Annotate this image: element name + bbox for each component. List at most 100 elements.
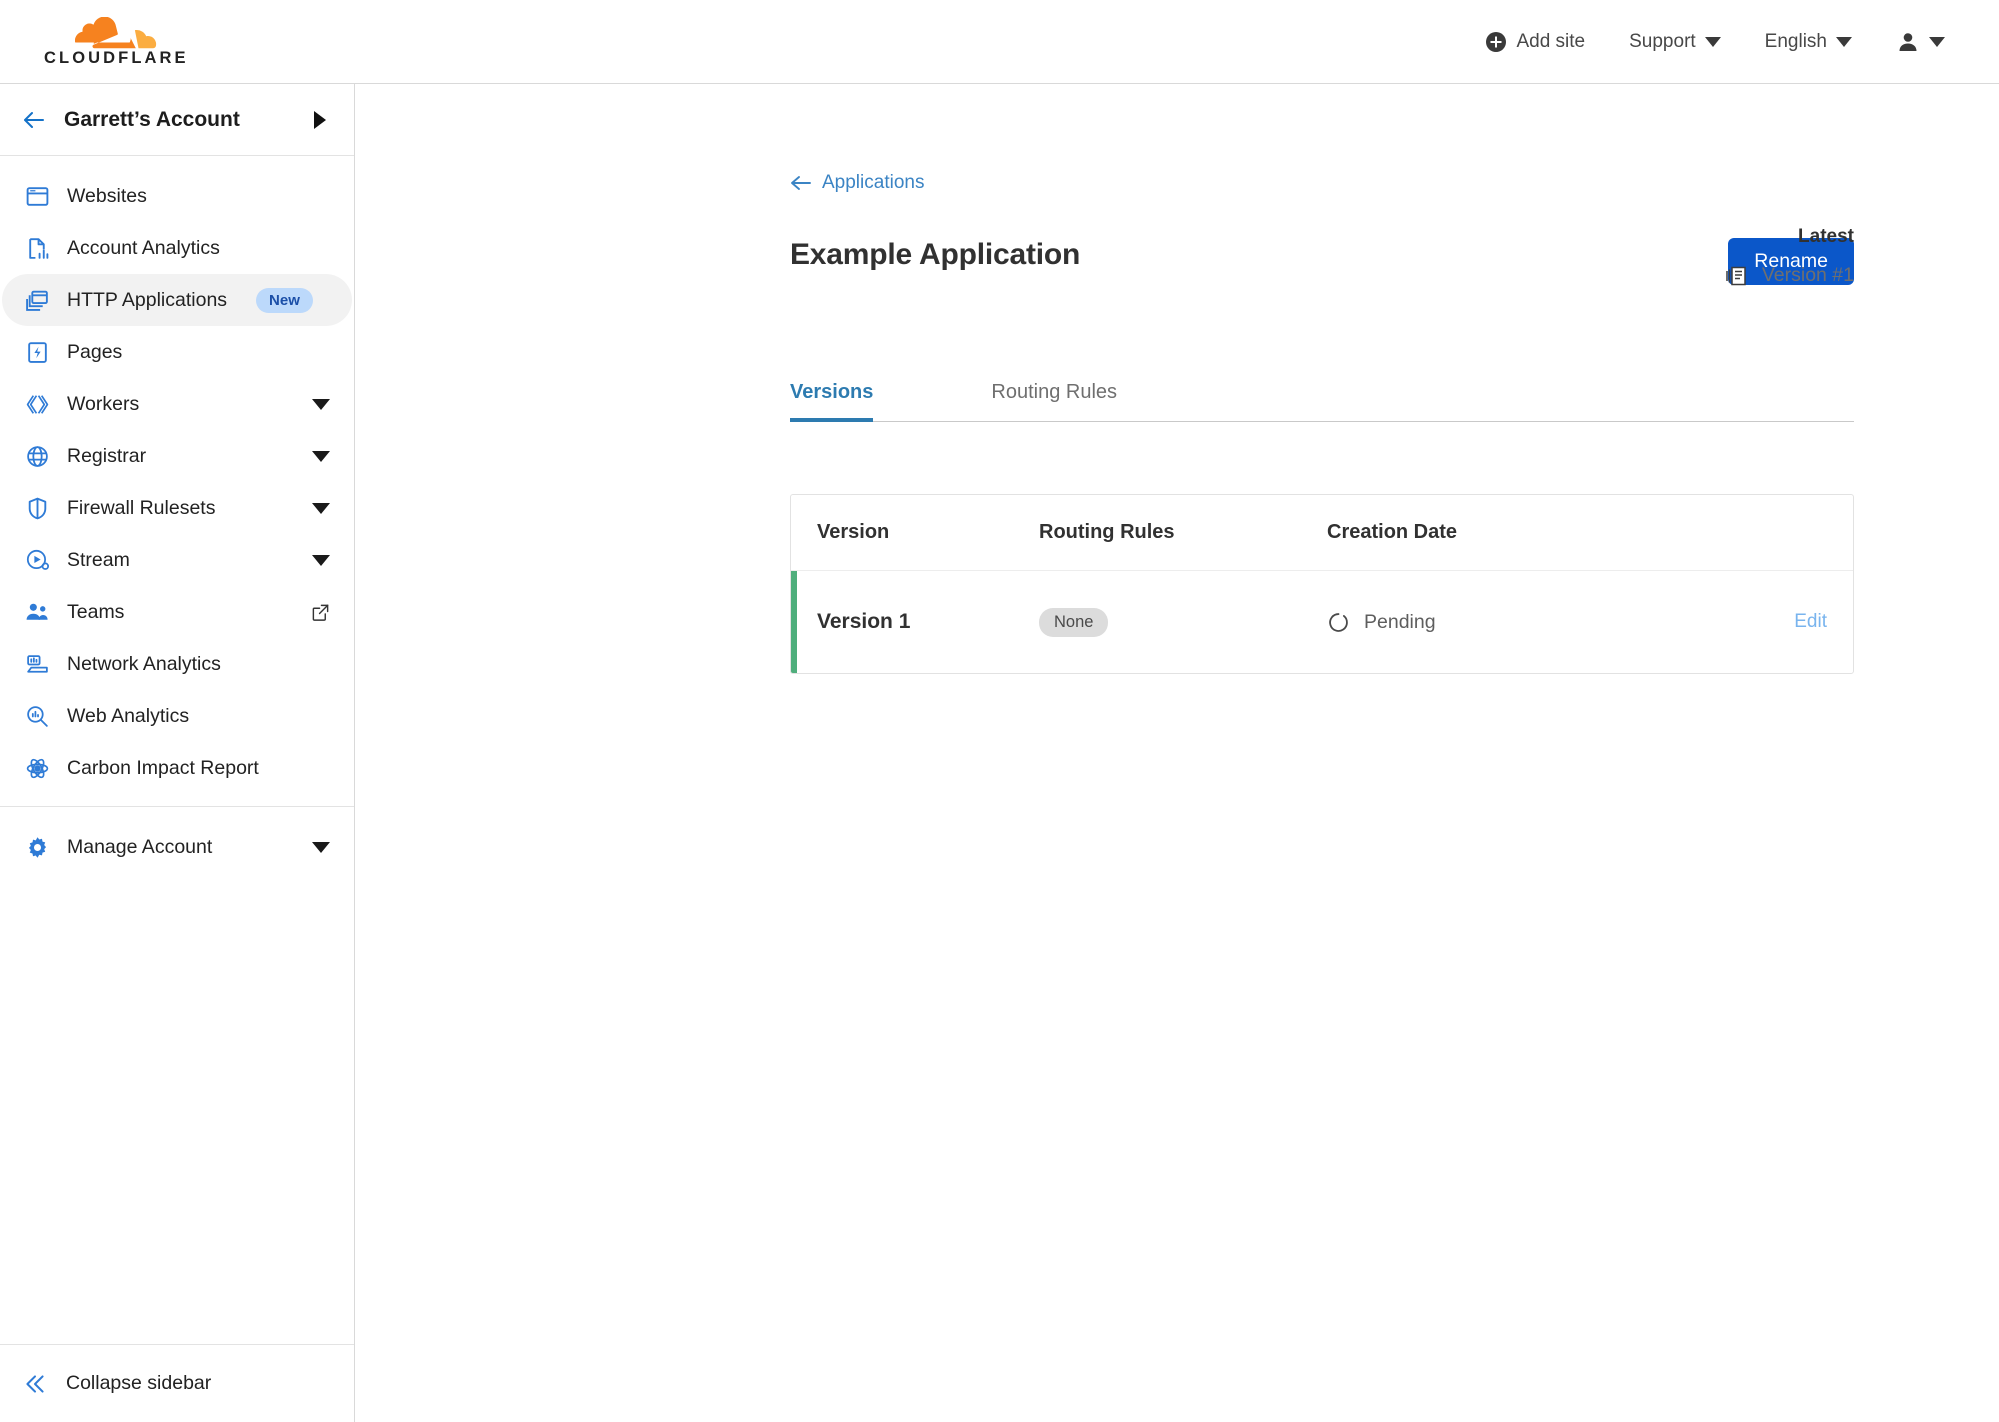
chevron-down-icon	[312, 554, 330, 566]
account-switcher[interactable]: Garrett’s Account	[0, 84, 354, 156]
routing-rules-badge: None	[1039, 607, 1109, 637]
cell-version: Version 1	[817, 610, 911, 634]
sidebar-item-label: Websites	[67, 184, 147, 207]
sidebar-item-label: Teams	[67, 600, 125, 623]
add-site-label: Add site	[1516, 30, 1586, 52]
latest-version-label: Version #1	[1761, 264, 1854, 286]
top-navigation: Add site Support English	[1463, 20, 1967, 64]
plus-circle-icon	[1485, 31, 1507, 53]
column-header-creation-date: Creation Date	[1327, 521, 1458, 544]
cloudflare-cloud-logo-icon	[75, 16, 157, 49]
sidebar: Garrett’s Account Websites Account Analy…	[0, 84, 355, 1422]
main-content: Applications Example Application Rename …	[355, 84, 1999, 1422]
versions-table: Version Routing Rules Creation Date Vers…	[790, 494, 1854, 675]
arrow-left-icon	[790, 173, 812, 193]
sidebar-primary-nav: Websites Account Analytics HTTP Applicat…	[0, 156, 354, 807]
language-label: English	[1764, 30, 1827, 52]
tab-versions[interactable]: Versions	[790, 381, 874, 423]
chevron-down-icon	[312, 841, 330, 853]
tab-bar: Versions Routing Rules	[790, 381, 1854, 423]
sidebar-item-label: Pages	[67, 340, 123, 363]
cell-actions: Edit	[1703, 611, 1853, 633]
account-name: Garrett’s Account	[64, 107, 240, 131]
external-link-icon	[311, 603, 330, 622]
sidebar-item-web-analytics[interactable]: Web Analytics	[2, 690, 352, 742]
column-header-routing-rules: Routing Rules	[1039, 521, 1175, 544]
latest-version-row: Version #1	[1724, 264, 1854, 287]
sidebar-item-stream[interactable]: Stream	[2, 534, 352, 586]
pages-bolt-icon	[24, 339, 50, 365]
table-row[interactable]: Version 1 None Pending Edit	[791, 571, 1853, 674]
chevron-down-icon	[312, 502, 330, 514]
browser-window-icon	[24, 183, 50, 209]
top-header: CLOUDFLARE Add site Support English	[0, 0, 1999, 84]
sidebar-item-account-analytics[interactable]: Account Analytics	[2, 222, 352, 274]
sidebar-item-label: Carbon Impact Report	[67, 756, 259, 779]
sidebar-item-network-analytics[interactable]: Network Analytics	[2, 638, 352, 690]
sidebar-item-websites[interactable]: Websites	[2, 170, 352, 222]
spinner-icon	[1327, 611, 1350, 634]
collapse-sidebar-label: Collapse sidebar	[66, 1372, 212, 1394]
breadcrumb-applications-link[interactable]: Applications	[790, 172, 924, 194]
latest-version-block: Latest Version #1	[1724, 226, 1854, 287]
network-analytics-icon	[24, 651, 50, 677]
sidebar-item-label: Manage Account	[67, 835, 213, 858]
breadcrumb-label: Applications	[822, 172, 925, 193]
sidebar-secondary-nav: Manage Account	[0, 807, 354, 885]
stacked-windows-icon	[24, 287, 50, 313]
sidebar-item-firewall-rulesets[interactable]: Firewall Rulesets	[2, 482, 352, 534]
sidebar-item-label: Account Analytics	[67, 236, 220, 259]
table-header-row: Version Routing Rules Creation Date	[791, 495, 1853, 572]
person-icon	[1896, 30, 1920, 54]
sidebar-item-label: Workers	[67, 392, 140, 415]
arrow-left-icon	[22, 108, 46, 132]
cloudflare-wordmark: CLOUDFLARE	[44, 48, 189, 67]
sidebar-item-label: HTTP Applications	[67, 288, 228, 311]
sidebar-item-http-applications[interactable]: HTTP Applications New	[2, 274, 352, 326]
chevron-down-icon	[312, 450, 330, 462]
sidebar-item-teams[interactable]: Teams	[2, 586, 352, 638]
cell-creation-date: Pending	[1327, 611, 1703, 634]
chevron-double-left-icon	[22, 1371, 48, 1397]
cell-routing-rules: None	[1039, 607, 1327, 637]
support-menu[interactable]: Support	[1607, 21, 1743, 63]
atom-icon	[24, 755, 50, 781]
add-site-button[interactable]: Add site	[1463, 21, 1607, 63]
sidebar-item-label: Network Analytics	[67, 652, 221, 675]
sidebar-item-label: Firewall Rulesets	[67, 496, 216, 519]
collapse-sidebar-button[interactable]: Collapse sidebar	[0, 1344, 354, 1422]
cloudflare-logo[interactable]: CLOUDFLARE	[22, 16, 189, 67]
gear-icon	[24, 834, 50, 860]
status-pending: Pending	[1327, 611, 1703, 634]
sidebar-item-label: Stream	[67, 548, 130, 571]
column-header-version: Version	[817, 521, 890, 544]
support-label: Support	[1629, 30, 1696, 52]
globe-icon	[24, 443, 50, 469]
page-title-row: Example Application Rename	[790, 238, 1854, 286]
status-label: Pending	[1364, 610, 1436, 633]
user-account-menu[interactable]	[1874, 20, 1967, 64]
sidebar-item-workers[interactable]: Workers	[2, 378, 352, 430]
magnifier-chart-icon	[24, 703, 50, 729]
new-badge: New	[256, 287, 313, 313]
sidebar-item-manage-account[interactable]: Manage Account	[2, 821, 352, 873]
latest-label: Latest	[1798, 226, 1854, 247]
page-title: Example Application	[790, 238, 1081, 271]
edit-link[interactable]: Edit	[1794, 611, 1827, 632]
chevron-down-icon	[1929, 36, 1945, 47]
sidebar-item-registrar[interactable]: Registrar	[2, 430, 352, 482]
sidebar-item-pages[interactable]: Pages	[2, 326, 352, 378]
document-chart-icon	[24, 235, 50, 261]
tab-routing-rules[interactable]: Routing Rules	[991, 381, 1117, 421]
users-icon	[24, 599, 50, 625]
triangle-right-icon	[314, 110, 326, 129]
application-window: CLOUDFLARE Add site Support English Garr…	[0, 0, 1999, 1422]
chevron-down-icon	[1704, 36, 1721, 47]
sidebar-item-carbon-impact-report[interactable]: Carbon Impact Report	[2, 742, 352, 794]
sidebar-item-label: Web Analytics	[67, 704, 190, 727]
chevron-down-icon	[1836, 36, 1852, 47]
shield-icon	[24, 495, 50, 521]
language-menu[interactable]: English	[1743, 21, 1874, 63]
stream-play-icon	[24, 547, 50, 573]
chevron-down-icon	[312, 398, 330, 410]
